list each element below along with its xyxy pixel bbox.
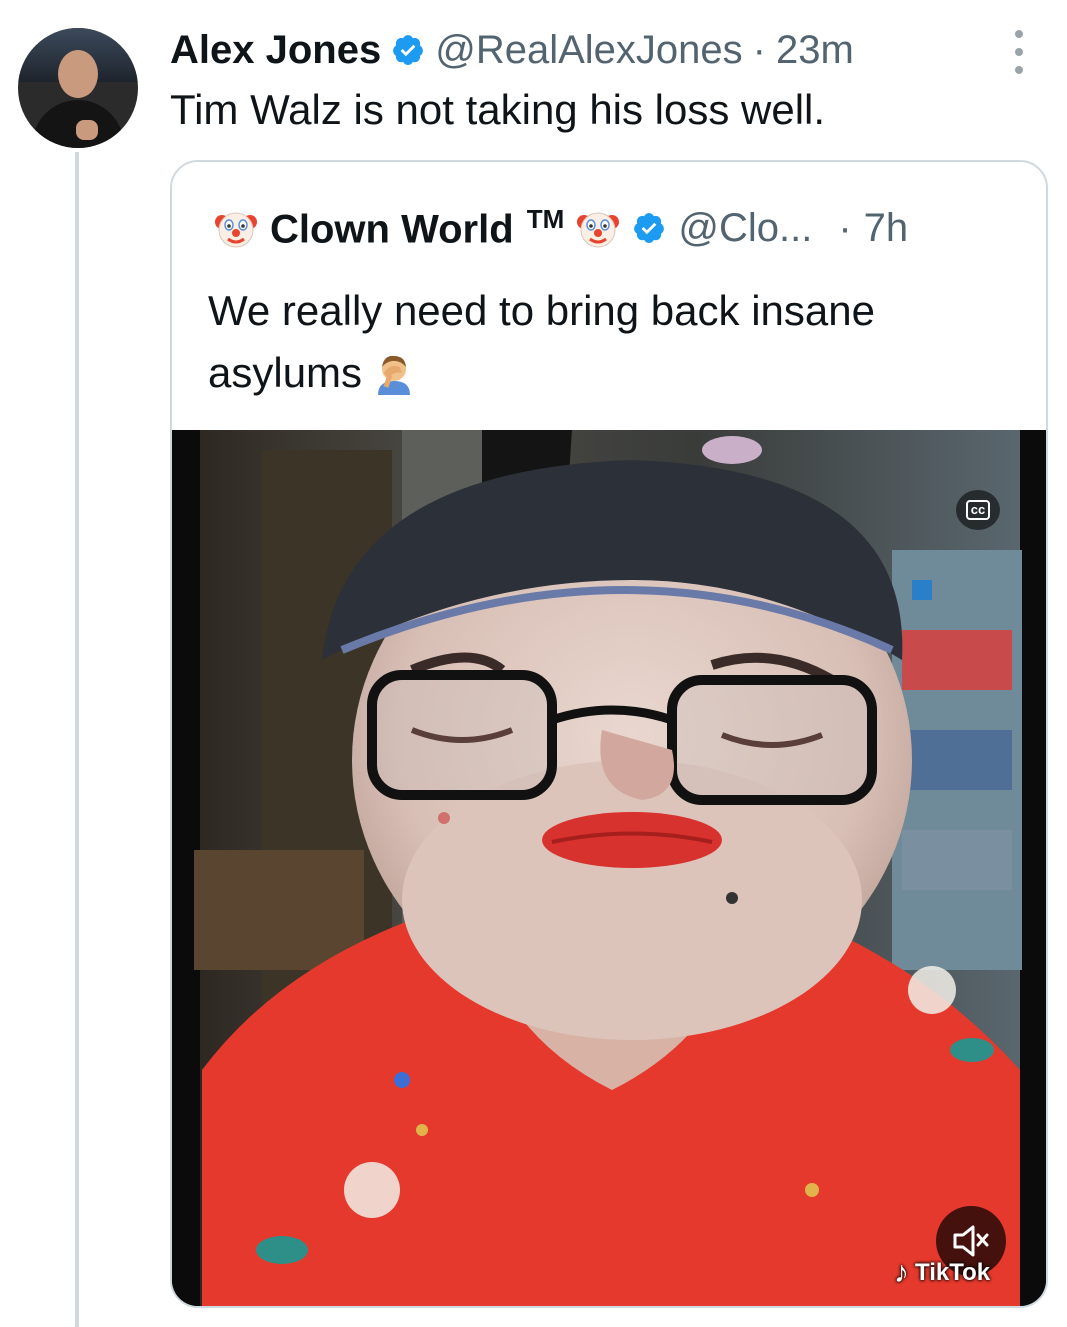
captions-button[interactable]: cc bbox=[956, 490, 1000, 530]
video-frame bbox=[172, 430, 1046, 1306]
quoted-author-name[interactable]: Clown World TM bbox=[270, 204, 564, 252]
tweet-header: Alex Jones @RealAlexJones · 23m bbox=[170, 22, 854, 78]
quoted-tweet-card[interactable]: Clown World TM @Clo... · 7h We really ne… bbox=[170, 160, 1048, 1308]
tiktok-logo-icon: ♪ bbox=[894, 1256, 909, 1289]
video-player[interactable]: cc ♪ TikTok bbox=[172, 430, 1046, 1306]
author-name[interactable]: Alex Jones bbox=[170, 28, 381, 73]
quoted-timestamp[interactable]: 7h bbox=[864, 206, 909, 251]
verified-badge-icon bbox=[634, 213, 665, 244]
trademark-symbol: TM bbox=[526, 203, 565, 234]
separator-dot: · bbox=[752, 27, 766, 72]
more-vertical-icon[interactable] bbox=[1014, 30, 1024, 74]
avatar[interactable] bbox=[18, 28, 138, 148]
clown-face-emoji bbox=[577, 212, 620, 248]
tweet-text: Tim Walz is not taking his loss well. bbox=[170, 86, 826, 133]
timestamp[interactable]: 23m bbox=[776, 28, 854, 73]
thread-line bbox=[75, 152, 79, 1327]
quoted-tweet-text: We really need to bring back insane asyl… bbox=[208, 287, 875, 396]
verified-badge-icon bbox=[393, 35, 424, 66]
facepalm-emoji bbox=[378, 355, 411, 395]
author-handle[interactable]: @RealAlexJones bbox=[435, 28, 742, 73]
tiktok-watermark: ♪ TikTok bbox=[894, 1256, 991, 1289]
speaker-muted-icon bbox=[953, 1225, 989, 1257]
separator-dot: · bbox=[838, 205, 852, 250]
quoted-tweet-header: Clown World TM @Clo... · 7h bbox=[214, 200, 908, 256]
clown-face-emoji bbox=[215, 212, 257, 248]
quoted-author-handle[interactable]: @Clo... bbox=[678, 206, 812, 251]
